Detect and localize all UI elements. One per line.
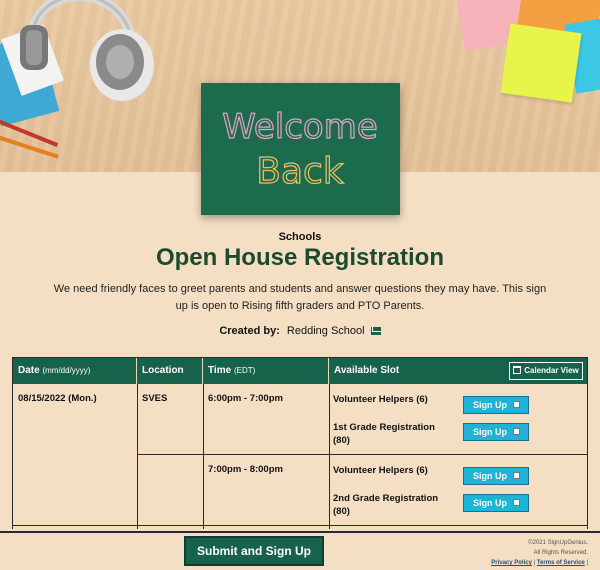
calendar-icon: [513, 366, 522, 374]
slot-name: Volunteer Helpers (6): [333, 465, 428, 476]
column-divider: [329, 384, 330, 529]
category-label: Schools: [278, 231, 322, 243]
column-header-time: Time (EDT): [203, 358, 329, 384]
signup-table: Date (mm/dd/yyyy) Location Time (EDT) Av…: [12, 357, 588, 529]
creator-name: Redding School: [286, 325, 365, 337]
signup-button[interactable]: Sign Up: [463, 494, 529, 512]
column-divider: [137, 384, 138, 529]
slot-name: 2nd Grade Registration (80): [333, 493, 439, 517]
mail-icon[interactable]: [370, 327, 381, 336]
footer-separator: |: [533, 560, 536, 566]
signup-button[interactable]: Sign Up: [463, 423, 529, 441]
copyright-block: ©2021 SignUpGenius. All Rights Reserved.…: [491, 538, 588, 568]
created-by-label: Created by:: [219, 325, 280, 337]
creator-line: Created by: Redding School: [0, 325, 600, 337]
privacy-policy-link[interactable]: Privacy Policy: [491, 560, 532, 566]
row-divider: [13, 525, 587, 526]
table-header: Date (mm/dd/yyyy) Location Time (EDT) Av…: [13, 358, 587, 384]
signup-checkbox[interactable]: [513, 401, 520, 408]
column-header-location: Location: [137, 358, 203, 384]
signup-button[interactable]: Sign Up: [463, 396, 529, 414]
slot-name: 1st Grade Registration (80): [333, 422, 435, 446]
footer-separator: |: [586, 560, 588, 566]
calendar-view-button[interactable]: Calendar View: [509, 362, 583, 380]
signup-checkbox[interactable]: [513, 472, 520, 479]
sticky-note: [500, 23, 582, 103]
chalkboard-image: Welcome Back: [201, 83, 400, 215]
cell-location: SVES: [142, 393, 168, 404]
column-header-date: Date (mm/dd/yyyy): [13, 358, 137, 384]
signup-checkbox[interactable]: [513, 499, 520, 506]
cell-time: 6:00pm - 7:00pm: [208, 393, 283, 404]
signup-button[interactable]: Sign Up: [463, 467, 529, 485]
terms-of-service-link[interactable]: Terms of Service: [537, 560, 585, 566]
slot-name: Volunteer Helpers (6): [333, 394, 428, 405]
row-divider: [137, 454, 587, 455]
submit-button[interactable]: Submit and Sign Up: [184, 536, 324, 566]
cell-date: 08/15/2022 (Mon.): [18, 393, 97, 404]
description: We need friendly faces to greet parents …: [53, 283, 547, 312]
column-divider: [203, 384, 204, 529]
rights-text: All Rights Reserved.: [533, 550, 588, 556]
cell-time: 7:00pm - 8:00pm: [208, 464, 283, 475]
signup-checkbox[interactable]: [513, 428, 520, 435]
copyright-text: ©2021 SignUpGenius.: [528, 540, 588, 546]
chalk-text-welcome: Welcome: [222, 107, 378, 147]
headphones-image: [20, 0, 154, 101]
page-title: Open House Registration: [155, 244, 445, 271]
chalk-text-back: Back: [256, 151, 344, 192]
